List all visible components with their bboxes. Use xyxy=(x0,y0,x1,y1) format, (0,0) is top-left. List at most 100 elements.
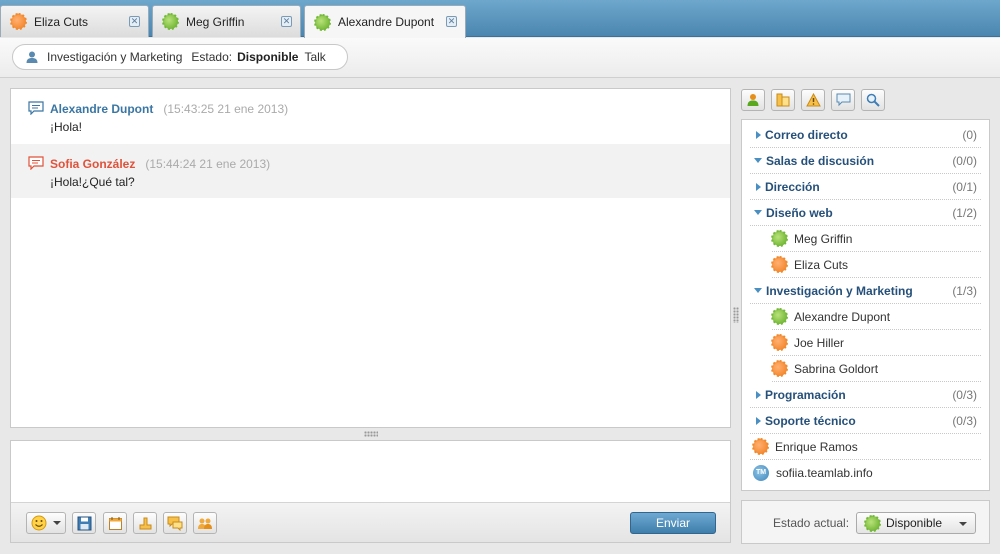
group-name: Soporte técnico xyxy=(765,413,856,428)
message-sender: Alexandre Dupont (15:43:25 21 ene 2013) xyxy=(50,102,288,116)
group-icon xyxy=(198,518,212,529)
status-dropdown[interactable]: Disponible xyxy=(856,512,976,534)
collapse-arrow-icon[interactable] xyxy=(754,210,762,215)
message-time: (15:44:24 21 ene 2013) xyxy=(145,157,271,171)
send-file-button[interactable] xyxy=(133,512,157,534)
save-button[interactable] xyxy=(72,512,96,534)
contact-joe-hiller[interactable]: Joe Hiller xyxy=(771,330,981,356)
contact-name: Eliza Cuts xyxy=(794,257,849,272)
chat-icon xyxy=(836,93,850,107)
group-soporte-tecnico[interactable]: Soporte técnico (0/3) xyxy=(750,408,981,434)
away-status-icon xyxy=(771,360,788,377)
contact-name: Meg Griffin xyxy=(794,231,853,246)
group-count: (0/3) xyxy=(952,387,977,402)
message-bubble-icon xyxy=(28,156,44,170)
add-contact-icon xyxy=(747,94,759,106)
online-status-icon xyxy=(771,308,788,325)
message-compose-panel: Enviar xyxy=(10,440,731,543)
sender-name: Alexandre Dupont xyxy=(50,102,154,116)
alerts-button[interactable] xyxy=(801,89,825,111)
message-history[interactable]: Alexandre Dupont (15:43:25 21 ene 2013) … xyxy=(10,88,731,428)
user-icon xyxy=(26,51,38,63)
current-status-panel: Estado actual: Disponible xyxy=(741,500,990,544)
contact-name: Enrique Ramos xyxy=(775,439,858,454)
chevron-down-icon xyxy=(53,521,61,525)
chat-rooms-button[interactable] xyxy=(831,89,855,111)
search-icon xyxy=(866,93,880,107)
contact-name: Sabrina Goldort xyxy=(794,361,879,376)
collapse-arrow-icon[interactable] xyxy=(754,158,762,163)
away-status-icon xyxy=(771,256,788,273)
group-salas-de-discusion[interactable]: Salas de discusión (0/0) xyxy=(750,148,981,174)
smiley-button[interactable] xyxy=(26,512,66,534)
expand-arrow-icon[interactable] xyxy=(756,416,761,425)
current-status-label: Estado actual: xyxy=(773,516,850,530)
group-chat-button[interactable] xyxy=(193,512,217,534)
close-icon[interactable]: ✕ xyxy=(281,16,292,27)
group-investigacion-y-marketing[interactable]: Investigación y Marketing (1/3) xyxy=(750,278,981,304)
contact-meg-griffin[interactable]: Meg Griffin xyxy=(771,226,981,252)
group-name: Salas de discusión xyxy=(766,153,875,168)
away-status-icon xyxy=(752,438,769,455)
message-text: ¡Hola!¿Qué tal? xyxy=(50,175,135,189)
group-count: (1/3) xyxy=(952,283,977,298)
message-text: ¡Hola! xyxy=(50,120,83,134)
group-diseno-web[interactable]: Diseño web (1/2) xyxy=(750,200,981,226)
message-item: Sofia González (15:44:24 21 ene 2013) ¡H… xyxy=(11,144,730,198)
close-icon[interactable]: ✕ xyxy=(446,16,457,27)
collapse-arrow-icon[interactable] xyxy=(754,288,762,293)
compose-toolbar: Enviar xyxy=(11,502,730,542)
expand-arrow-icon[interactable] xyxy=(756,182,761,191)
expand-arrow-icon[interactable] xyxy=(756,130,761,139)
groups-button[interactable] xyxy=(771,89,795,111)
contact-eliza-cuts[interactable]: Eliza Cuts xyxy=(771,252,981,278)
chat-history-button[interactable] xyxy=(163,512,187,534)
add-contact-button[interactable] xyxy=(741,89,765,111)
contact-infobar: Investigación y Marketing Estado: Dispon… xyxy=(0,38,1000,78)
alert-icon xyxy=(805,93,821,107)
group-count: (0/3) xyxy=(952,413,977,428)
group-name: Correo directo xyxy=(765,127,848,142)
expand-arrow-icon[interactable] xyxy=(756,390,761,399)
group-count: (1/2) xyxy=(952,205,977,220)
online-status-icon xyxy=(864,514,881,532)
message-input[interactable] xyxy=(11,441,730,502)
contact-enrique-ramos[interactable]: Enrique Ramos xyxy=(750,434,981,460)
message-item: Alexandre Dupont (15:43:25 21 ene 2013) … xyxy=(11,89,730,144)
group-correo-directo[interactable]: Correo directo (0) xyxy=(750,122,981,148)
group-count: (0) xyxy=(962,127,977,142)
online-status-icon xyxy=(771,230,788,247)
tab-label: Meg Griffin xyxy=(186,14,245,29)
online-status-icon xyxy=(314,13,331,31)
smiley-icon xyxy=(31,515,47,531)
vertical-resize-handle[interactable] xyxy=(733,307,739,323)
state-value: Disponible xyxy=(237,50,299,64)
tab-meg-griffin[interactable]: Meg Griffin ✕ xyxy=(152,5,301,37)
close-icon[interactable]: ✕ xyxy=(129,16,140,27)
chat-history-icon xyxy=(167,516,183,531)
tab-eliza-cuts[interactable]: Eliza Cuts ✕ xyxy=(0,5,149,37)
calendar-button[interactable] xyxy=(103,512,127,534)
status-value: Disponible xyxy=(886,516,943,530)
tab-label: Alexandre Dupont xyxy=(338,15,435,29)
message-bubble-icon xyxy=(28,101,44,115)
group-name: Diseño web xyxy=(766,205,833,220)
save-icon xyxy=(77,516,91,530)
contact-alexandre-dupont[interactable]: Alexandre Dupont xyxy=(771,304,981,330)
search-button[interactable] xyxy=(861,89,885,111)
tab-alexandre-dupont[interactable]: Alexandre Dupont ✕ xyxy=(304,5,466,38)
group-direccion[interactable]: Dirección (0/1) xyxy=(750,174,981,200)
horizontal-resize-handle[interactable] xyxy=(364,431,378,437)
contact-info-pill: Investigación y Marketing Estado: Dispon… xyxy=(12,44,348,70)
send-button[interactable]: Enviar xyxy=(630,512,716,534)
groups-icon xyxy=(776,93,790,107)
contact-name: Joe Hiller xyxy=(794,335,845,350)
teamlab-server-icon: TM xyxy=(753,465,769,481)
state-label: Estado: xyxy=(191,50,233,64)
group-name: Programación xyxy=(765,387,846,402)
contact-server[interactable]: TM sofiia.teamlab.info xyxy=(750,460,981,486)
away-status-icon xyxy=(771,334,788,351)
message-time: (15:43:25 21 ene 2013) xyxy=(163,102,289,116)
group-programacion[interactable]: Programación (0/3) xyxy=(750,382,981,408)
contact-sabrina-goldort[interactable]: Sabrina Goldort xyxy=(771,356,981,382)
